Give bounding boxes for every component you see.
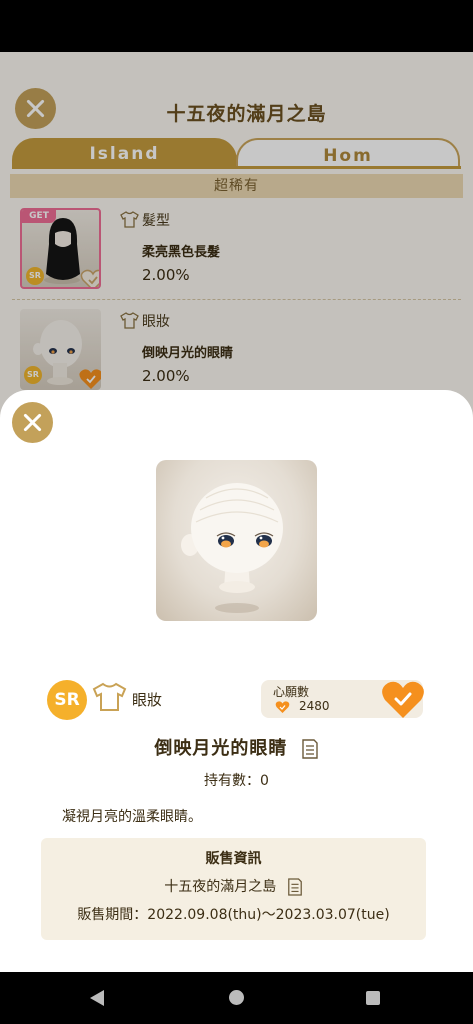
recent-apps-icon[interactable] [366,991,380,1005]
status-bar [0,0,473,52]
head-illustration-icon [181,483,283,613]
item-preview-image [156,460,317,621]
sale-island: 十五夜的滿月之島 [41,876,426,896]
back-icon[interactable] [90,990,104,1006]
sale-island-name: 十五夜的滿月之島 [164,879,277,895]
wish-count: 2480 [299,699,330,713]
sale-info-title: 販售資訊 [205,851,262,867]
item-category: 眼妝 [132,691,163,709]
heart-check-icon[interactable] [380,678,426,720]
item-title: 倒映月光的眼睛 [0,734,473,760]
item-detail-sheet: SR 眼妝 心願數 2480 倒映月光的眼睛 持有數：0 凝視月亮的溫柔眼睛。 … [0,390,473,972]
heart-small-icon [275,701,290,713]
shirt-icon [92,682,127,711]
document-icon[interactable] [301,739,319,759]
wish-label: 心願數 [273,685,310,699]
rarity-badge: SR [47,680,87,720]
sale-info-box: 販售資訊 十五夜的滿月之島 販售期間：2022.09.08(thu)〜2023.… [41,838,426,940]
system-nav-bar [0,972,473,1024]
close-icon[interactable] [12,402,53,443]
sale-period: 販售期間：2022.09.08(thu)〜2023.03.07(tue) [77,907,390,923]
item-name: 倒映月光的眼睛 [154,738,288,759]
document-icon[interactable] [287,878,303,896]
owned-count: 持有數：0 [204,773,269,789]
item-description: 凝視月亮的溫柔眼睛。 [62,809,202,825]
home-icon[interactable] [229,990,244,1005]
